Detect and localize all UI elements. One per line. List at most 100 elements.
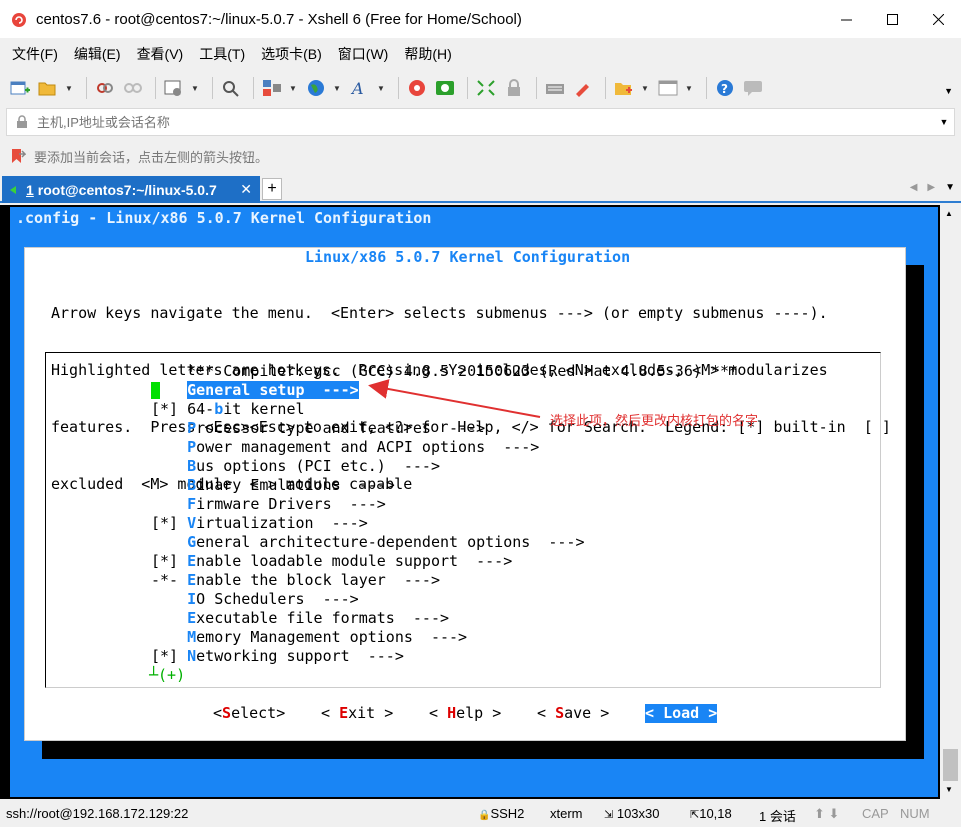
close-button[interactable] <box>915 0 961 38</box>
new-session-icon <box>10 81 30 95</box>
open-session-button[interactable] <box>36 76 60 100</box>
xshell-logo-icon <box>12 13 26 27</box>
properties-dropdown-arrow[interactable]: ▼ <box>190 76 200 100</box>
menu-item[interactable]: Bus options (PCI etc.) ---> <box>151 457 440 476</box>
tab-number: 1 <box>26 181 34 198</box>
layout-dropdown-arrow[interactable]: ▼ <box>288 76 298 100</box>
globe-dropdown-arrow[interactable]: ▼ <box>332 76 342 100</box>
tab-next-arrow[interactable]: ▶ <box>927 182 935 193</box>
chat-icon <box>744 81 762 96</box>
menu-item[interactable]: IO Schedulers ---> <box>151 590 359 609</box>
window-dropdown-arrow[interactable]: ▼ <box>684 76 694 100</box>
address-lock-icon <box>17 115 27 128</box>
menu-tabs[interactable]: 选项卡(B) <box>253 44 330 64</box>
globe-button[interactable] <box>304 76 328 100</box>
hint-text: 要添加当前会话，点击左侧的箭头按钮。 <box>34 149 269 165</box>
host-input[interactable] <box>37 114 934 130</box>
load-button[interactable]: < Load > <box>645 704 718 723</box>
xshell-window: centos7.6 - root@centos7:~/linux-5.0.7 -… <box>0 0 961 827</box>
maximize-button[interactable] <box>869 0 915 38</box>
window-title: centos7.6 - root@centos7:~/linux-5.0.7 -… <box>36 10 522 28</box>
reconnect-button[interactable] <box>93 76 117 100</box>
xftp-icon <box>436 81 454 95</box>
properties-button[interactable] <box>162 76 186 100</box>
find-button[interactable] <box>219 76 243 100</box>
disconnect-icon <box>124 83 142 93</box>
scroll-thumb[interactable] <box>943 749 958 781</box>
svg-text:A: A <box>350 79 364 97</box>
menu-item[interactable]: Memory Management options ---> <box>151 628 467 647</box>
title-bar: centos7.6 - root@centos7:~/linux-5.0.7 -… <box>0 0 961 38</box>
lock-button[interactable] <box>502 76 526 100</box>
xshell-home-button[interactable] <box>405 76 429 100</box>
new-session-button[interactable] <box>8 76 32 100</box>
fullscreen-button[interactable] <box>474 76 498 100</box>
disconnect-button[interactable] <box>121 76 145 100</box>
menu-item[interactable]: *** Compiler: gcc (GCC) 4.8.5 20150623 (… <box>151 362 738 381</box>
window-icon <box>658 80 678 96</box>
window-layout-button[interactable] <box>656 76 680 100</box>
folder-dropdown-arrow[interactable]: ▼ <box>640 76 650 100</box>
chat-button[interactable] <box>741 76 765 100</box>
session-tab[interactable]: 1 root@centos7:~/linux-5.0.7 ✕ <box>2 176 260 203</box>
menu-item[interactable]: Processor type and features ---> <box>151 419 485 438</box>
annotation-text: 选择此项，然后更改内核打包的名字 <box>550 413 759 428</box>
terminal[interactable]: .config - Linux/x86 5.0.7 Kernel Configu… <box>0 205 940 799</box>
menu-item[interactable]: Binary Emulations ---> <box>151 476 395 495</box>
status-size: ⇲ 103x30 <box>604 806 660 821</box>
menu-edit[interactable]: 编辑(E) <box>66 44 129 64</box>
fullscreen-icon <box>477 80 495 96</box>
scroll-up-arrow[interactable]: ▲ <box>945 209 953 218</box>
menu-item[interactable]: [*] Enable loadable module support ---> <box>151 552 512 571</box>
bookmark-arrow-icon[interactable] <box>10 148 26 164</box>
terminal-scrollbar[interactable]: ▲ ▼ <box>940 205 961 799</box>
menu-item-selected[interactable]: General setup ---> <box>151 381 359 400</box>
help-button[interactable]: ? <box>713 76 737 100</box>
tab-close-icon[interactable]: ✕ <box>240 181 252 198</box>
menu-item[interactable]: Power management and ACPI options ---> <box>151 438 539 457</box>
add-tab-button[interactable]: + <box>262 178 282 200</box>
menu-item[interactable]: [*] Networking support ---> <box>151 647 404 666</box>
menu-item[interactable]: General architecture-dependent options -… <box>151 533 584 552</box>
host-dropdown-arrow[interactable]: ▼ <box>934 117 954 127</box>
menu-help[interactable]: 帮助(H) <box>396 44 459 64</box>
menu-item[interactable]: -*- Enable the block layer ---> <box>151 571 440 590</box>
keyboard-button[interactable] <box>543 76 567 100</box>
address-bar: ▼ <box>6 108 955 136</box>
menuconfig-dialog: Linux/x86 5.0.7 Kernel Configuration Arr… <box>24 247 906 741</box>
tab-bar: 1 root@centos7:~/linux-5.0.7 ✕ + ◀ ▶ ▼ <box>0 176 961 203</box>
keyboard-icon <box>546 84 564 94</box>
new-folder-button[interactable] <box>612 76 636 100</box>
menu-item[interactable]: [*] Virtualization ---> <box>151 514 368 533</box>
tab-prev-arrow[interactable]: ◀ <box>910 182 918 193</box>
menu-file[interactable]: 文件(F) <box>4 44 66 64</box>
font-dropdown-arrow[interactable]: ▼ <box>376 76 386 100</box>
status-bar: ssh://root@192.168.172.129:22 🔒SSH2 xter… <box>0 799 961 827</box>
exit-button[interactable]: < Exit > <box>321 704 393 723</box>
font-button[interactable]: A <box>348 76 372 100</box>
select-button[interactable]: <Select> <box>213 704 285 723</box>
open-dropdown-arrow[interactable]: ▼ <box>64 76 74 100</box>
tab-list-arrow[interactable]: ▼ <box>945 182 955 193</box>
scroll-down-arrow[interactable]: ▼ <box>945 785 953 794</box>
layout-icon <box>263 80 281 96</box>
font-icon: A <box>350 79 364 97</box>
menu-view[interactable]: 查看(V) <box>129 44 192 64</box>
help-menu-button[interactable]: < Help > <box>429 704 501 723</box>
menu-item[interactable]: [*] 64-bit kernel <box>151 400 305 419</box>
folder-add-icon <box>615 83 632 95</box>
properties-icon <box>164 80 181 96</box>
folder-open-icon <box>38 82 56 96</box>
menu-tools[interactable]: 工具(T) <box>191 44 253 64</box>
globe-icon <box>308 80 324 96</box>
layout-button[interactable] <box>260 76 284 100</box>
menu-item[interactable]: Firmware Drivers ---> <box>151 495 386 514</box>
highlight-button[interactable] <box>571 76 595 100</box>
save-button[interactable]: < Save > <box>537 704 609 723</box>
xftp-button[interactable] <box>433 76 457 100</box>
minimize-button[interactable] <box>823 0 869 38</box>
tab-label: root@centos7:~/linux-5.0.7 <box>37 181 217 198</box>
menu-window[interactable]: 窗口(W) <box>330 44 397 64</box>
toolbar-overflow-arrow[interactable]: ▼ <box>944 86 953 96</box>
menu-item[interactable]: Executable file formats ---> <box>151 609 449 628</box>
